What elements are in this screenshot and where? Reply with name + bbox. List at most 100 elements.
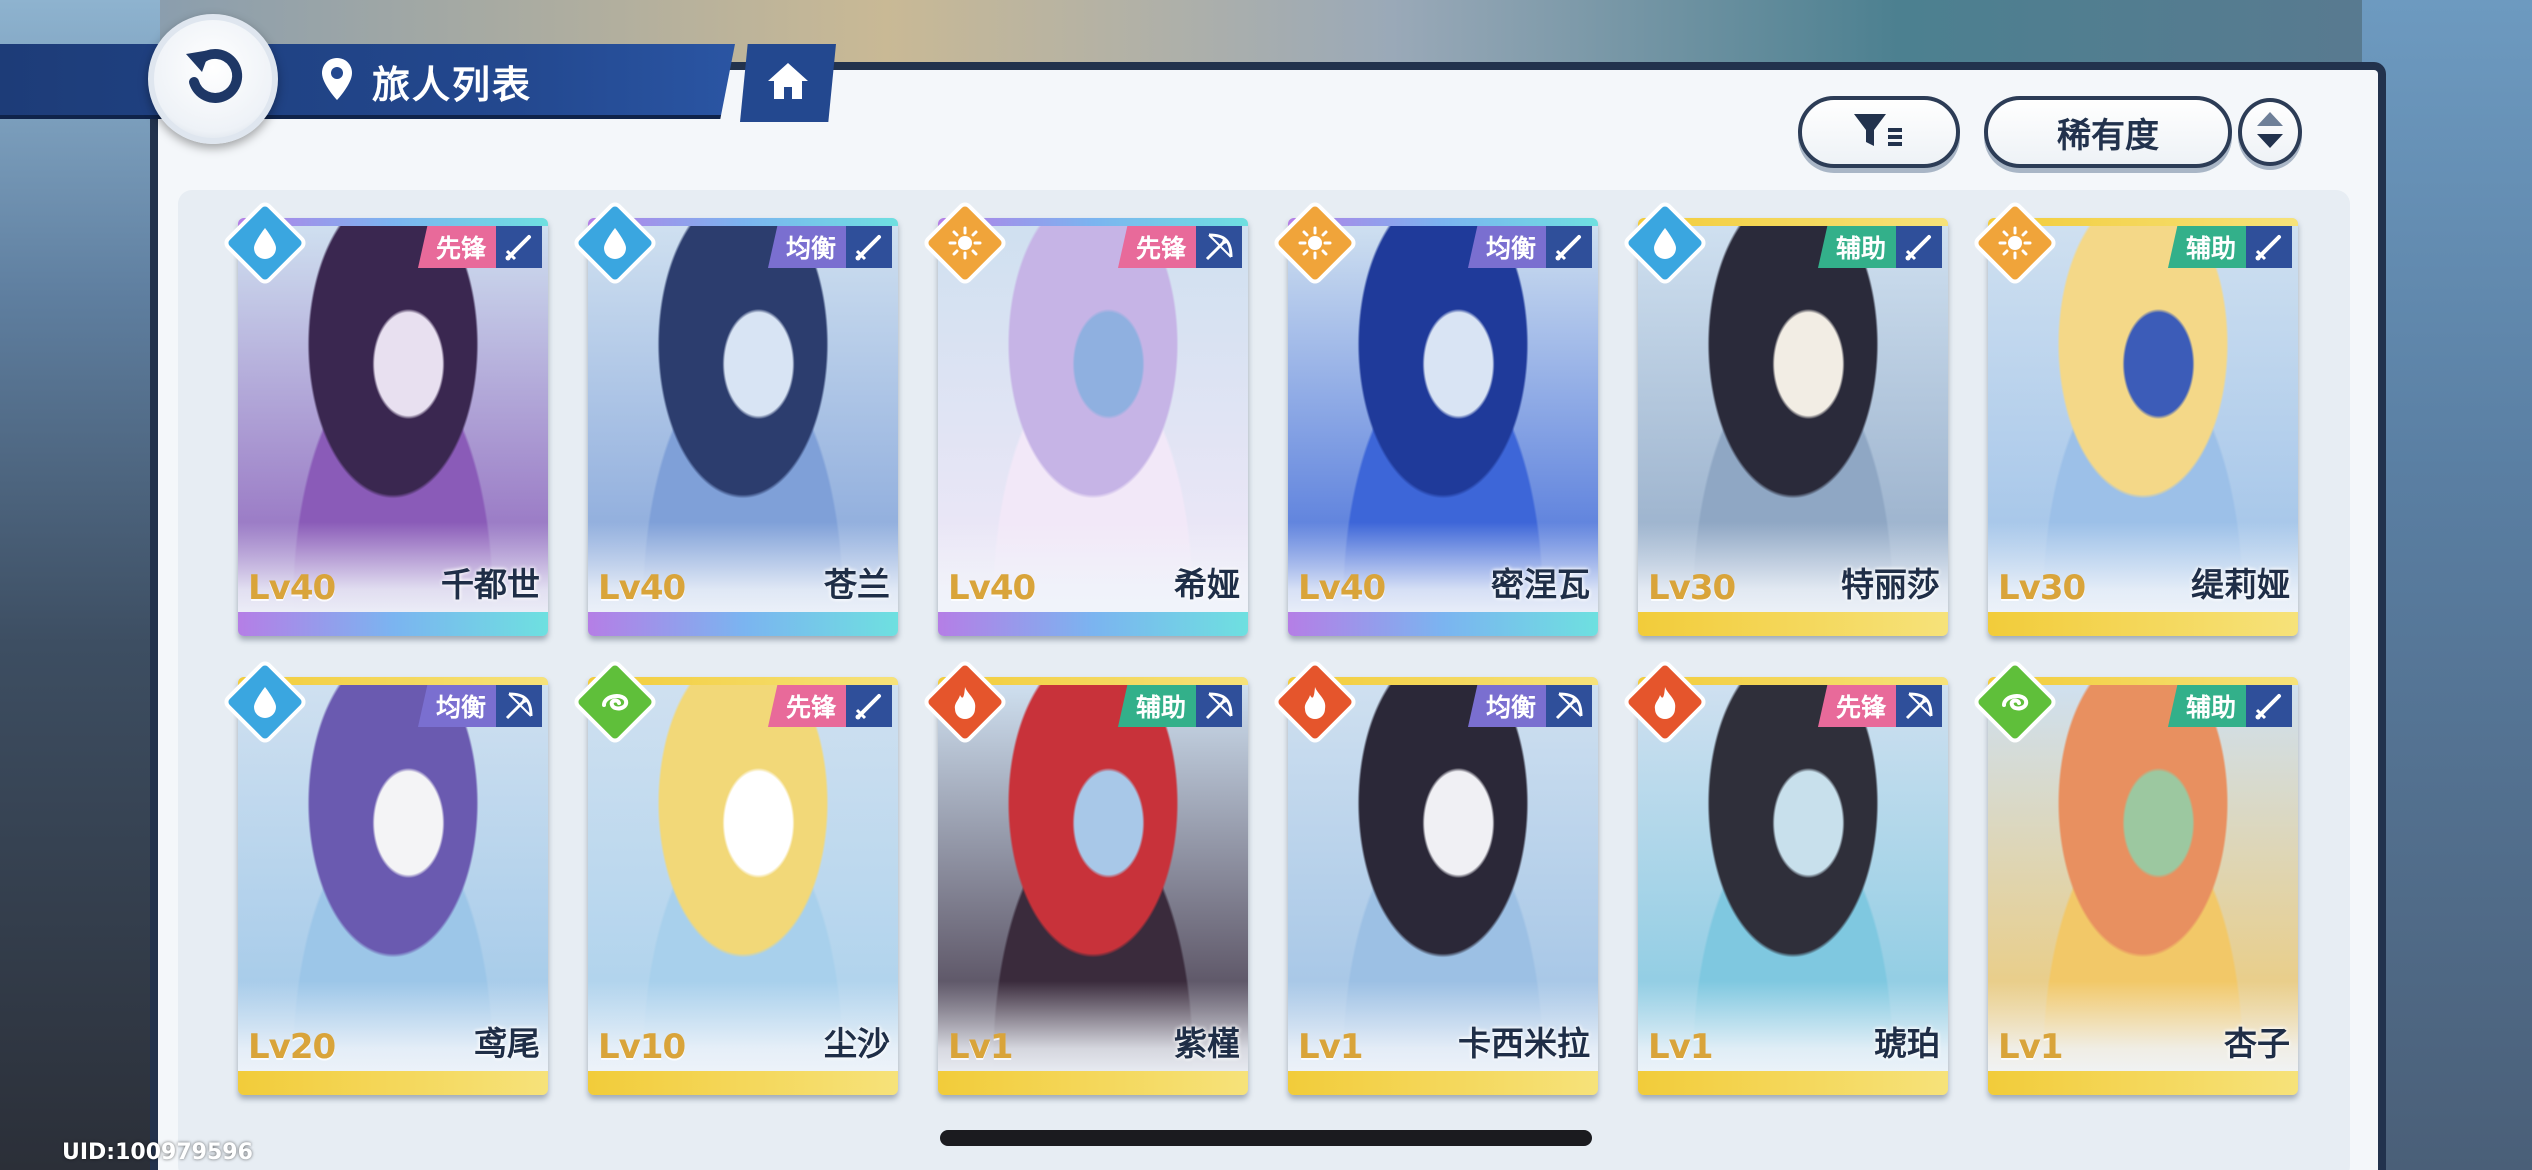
- character-name: 千都世: [441, 565, 540, 604]
- role-tag: 辅助: [1117, 685, 1242, 727]
- role-label: 均衡: [417, 685, 496, 727]
- role-label: 辅助: [2167, 226, 2246, 268]
- character-level: Lv30: [1998, 568, 2086, 608]
- role-label: 均衡: [1467, 226, 1546, 268]
- role-label: 均衡: [1467, 685, 1546, 727]
- character-card[interactable]: 先锋 Lv1 琥珀: [1638, 677, 1948, 1095]
- character-level: Lv1: [1998, 1027, 2063, 1067]
- uid-label: UID:100979596: [62, 1140, 253, 1165]
- rarity-bottom-strip: [1288, 612, 1598, 636]
- role-label: 辅助: [2167, 685, 2246, 727]
- rarity-bottom-strip: [1638, 612, 1948, 636]
- sword-icon: [1546, 226, 1592, 268]
- character-name: 密涅瓦: [1491, 565, 1590, 604]
- character-card[interactable]: 辅助 Lv30 特丽莎: [1638, 218, 1948, 636]
- character-name: 尘沙: [824, 1024, 890, 1063]
- map-pin-icon: [320, 56, 354, 106]
- character-level: Lv1: [948, 1027, 1013, 1067]
- character-card[interactable]: 均衡 Lv40 密涅瓦: [1288, 218, 1598, 636]
- character-name: 苍兰: [824, 565, 890, 604]
- sort-button-label: 稀有度: [2057, 115, 2159, 156]
- role-label: 先锋: [1117, 226, 1196, 268]
- sword-icon: [496, 226, 542, 268]
- role-tag: 先锋: [417, 226, 542, 268]
- character-card[interactable]: 均衡 Lv1 卡西米拉: [1288, 677, 1598, 1095]
- background-scenery-left: [0, 0, 160, 1170]
- role-tag: 均衡: [1467, 685, 1592, 727]
- character-name: 鸢尾: [474, 1024, 540, 1063]
- rarity-bottom-strip: [938, 612, 1248, 636]
- character-level: Lv10: [598, 1027, 686, 1067]
- character-level: Lv20: [248, 1027, 336, 1067]
- character-name: 特丽莎: [1841, 565, 1940, 604]
- role-tag: 辅助: [2167, 685, 2292, 727]
- character-card[interactable]: 辅助 Lv30 缇莉娅: [1988, 218, 2298, 636]
- back-arrow-icon: [178, 42, 248, 116]
- sort-rarity-button[interactable]: 稀有度: [1984, 96, 2232, 168]
- sort-order-toggle[interactable]: [2238, 98, 2302, 166]
- character-card[interactable]: 先锋 Lv10 尘沙: [588, 677, 898, 1095]
- character-name: 紫槿: [1174, 1024, 1240, 1063]
- character-level: Lv1: [1298, 1027, 1363, 1067]
- character-level: Lv40: [598, 568, 686, 608]
- character-card[interactable]: 先锋 Lv40 希娅: [938, 218, 1248, 636]
- home-icon: [766, 61, 810, 105]
- character-level: Lv40: [248, 568, 336, 608]
- character-level: Lv30: [1648, 568, 1736, 608]
- bow-icon: [1196, 226, 1242, 268]
- rarity-bottom-strip: [588, 612, 898, 636]
- character-card[interactable]: 辅助 Lv1 杏子: [1988, 677, 2298, 1095]
- rarity-bottom-strip: [938, 1071, 1248, 1095]
- role-tag: 辅助: [2167, 226, 2292, 268]
- character-name: 希娅: [1174, 565, 1240, 604]
- role-label: 先锋: [417, 226, 496, 268]
- bow-icon: [1546, 685, 1592, 727]
- home-indicator[interactable]: [940, 1130, 1592, 1146]
- bow-icon: [1196, 685, 1242, 727]
- home-button[interactable]: [740, 44, 836, 122]
- character-card[interactable]: 辅助 Lv1 紫槿: [938, 677, 1248, 1095]
- role-tag: 先锋: [767, 685, 892, 727]
- role-label: 先锋: [767, 685, 846, 727]
- character-level: Lv40: [1298, 568, 1386, 608]
- role-tag: 先锋: [1817, 685, 1942, 727]
- character-name: 卡西米拉: [1458, 1024, 1590, 1063]
- role-tag: 辅助: [1817, 226, 1942, 268]
- sword-icon: [846, 226, 892, 268]
- character-card[interactable]: 均衡 Lv20 鸢尾: [238, 677, 548, 1095]
- rarity-bottom-strip: [588, 1071, 898, 1095]
- rarity-bottom-strip: [1638, 1071, 1948, 1095]
- character-level: Lv40: [948, 568, 1036, 608]
- back-button[interactable]: [148, 14, 278, 144]
- sword-icon: [1896, 226, 1942, 268]
- role-label: 先锋: [1817, 685, 1896, 727]
- role-tag: 均衡: [417, 685, 542, 727]
- character-name: 杏子: [2224, 1024, 2290, 1063]
- role-tag: 均衡: [767, 226, 892, 268]
- sword-icon: [2246, 226, 2292, 268]
- bow-icon: [496, 685, 542, 727]
- filter-icon: [1852, 110, 1906, 154]
- rarity-bottom-strip: [1288, 1071, 1598, 1095]
- character-name: 琥珀: [1874, 1024, 1940, 1063]
- role-tag: 均衡: [1467, 226, 1592, 268]
- rarity-bottom-strip: [238, 1071, 548, 1095]
- rarity-bottom-strip: [238, 612, 548, 636]
- role-label: 均衡: [767, 226, 846, 268]
- page-title: 旅人列表: [372, 62, 533, 107]
- sword-icon: [2246, 685, 2292, 727]
- role-label: 辅助: [1817, 226, 1896, 268]
- sword-icon: [846, 685, 892, 727]
- header-title-group: 旅人列表: [320, 48, 532, 114]
- character-name: 缇莉娅: [2191, 565, 2290, 604]
- filter-button[interactable]: [1798, 96, 1960, 168]
- role-tag: 先锋: [1117, 226, 1242, 268]
- character-card[interactable]: 先锋 Lv40 千都世: [238, 218, 548, 636]
- role-label: 辅助: [1117, 685, 1196, 727]
- character-card[interactable]: 均衡 Lv40 苍兰: [588, 218, 898, 636]
- bow-icon: [1896, 685, 1942, 727]
- character-level: Lv1: [1648, 1027, 1713, 1067]
- sort-order-icon: [2255, 110, 2285, 154]
- rarity-bottom-strip: [1988, 1071, 2298, 1095]
- rarity-bottom-strip: [1988, 612, 2298, 636]
